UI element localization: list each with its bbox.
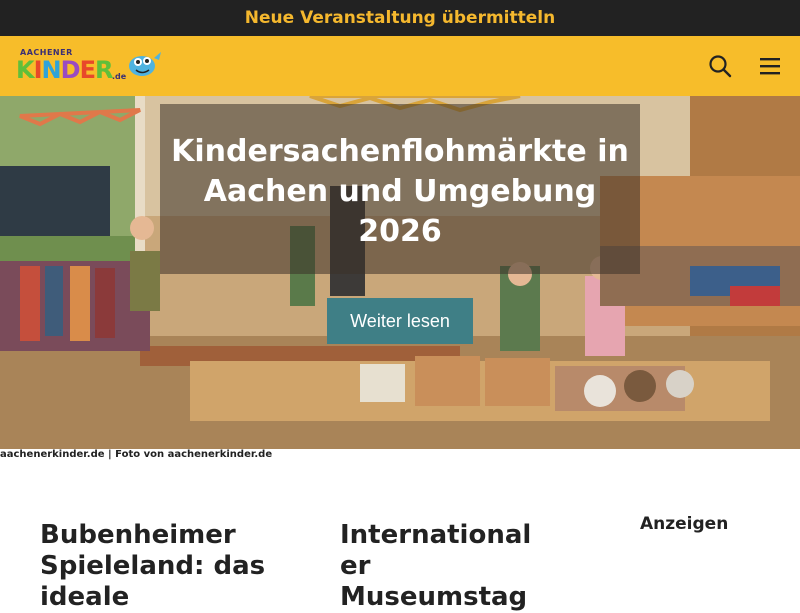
hamburger-menu-icon[interactable]: [756, 52, 784, 80]
hero-title[interactable]: Kindersachenflohmärkte in Aachen und Umg…: [160, 132, 640, 252]
submit-event-link[interactable]: Neue Veranstaltung übermitteln: [245, 8, 555, 28]
mascot-icon: [129, 52, 161, 76]
logo-wordmark: KINDER: [16, 56, 113, 84]
photo-credit: aachenerkinder.de | Foto von aachenerkin…: [0, 449, 273, 460]
ads-heading: Anzeigen: [640, 514, 729, 534]
read-more-button[interactable]: Weiter lesen: [327, 298, 473, 344]
article-title-museumstag[interactable]: International er Museumstag: [340, 520, 560, 613]
hero-banner[interactable]: Kindersachenflohmärkte in Aachen und Umg…: [0, 96, 800, 449]
site-header: AACHENER KINDER .de: [0, 36, 800, 96]
search-icon[interactable]: [706, 52, 734, 80]
site-logo[interactable]: AACHENER KINDER .de: [14, 46, 166, 86]
article-title-bubenheimer[interactable]: Bubenheimer Spieleland: das ideale: [40, 520, 280, 613]
announcement-bar: Neue Veranstaltung übermitteln: [0, 0, 800, 36]
